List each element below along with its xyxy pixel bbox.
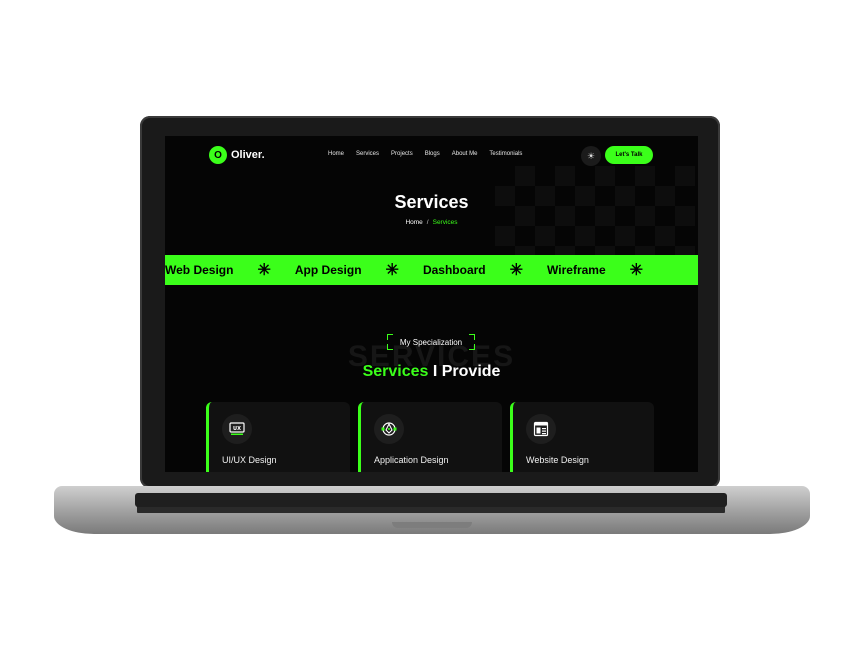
laptop-notch <box>392 522 472 528</box>
marquee-item: Web Design <box>165 263 234 277</box>
nav-home[interactable]: Home <box>328 151 344 157</box>
nav-about[interactable]: About Me <box>452 151 478 157</box>
asterisk-icon: ✳ <box>629 262 644 279</box>
logo-text: Oliver. <box>231 149 265 161</box>
asterisk-icon: ✳ <box>385 262 399 279</box>
site-header: O Oliver. Home Services Projects Blogs A… <box>165 136 698 174</box>
laptop-screen: O Oliver. Home Services Projects Blogs A… <box>165 136 698 472</box>
service-card-label: Application Design <box>374 455 449 465</box>
logo-icon: O <box>209 146 227 164</box>
site-logo[interactable]: O Oliver. <box>209 146 265 164</box>
section-title-accent: Services <box>362 363 429 380</box>
service-card-website[interactable]: Website Design <box>510 402 654 472</box>
breadcrumb-separator: / <box>426 219 429 226</box>
service-card-uiux[interactable]: UX UI/UX Design <box>206 402 350 472</box>
svg-text:UX: UX <box>233 426 241 432</box>
section-badge-label: My Specialization <box>399 337 463 347</box>
nav-blogs[interactable]: Blogs <box>425 151 440 157</box>
section-badge: My Specialization <box>387 334 475 350</box>
service-marquee: Web Design ✳ App Design ✳ Dashboard ✳ Wi… <box>165 255 698 285</box>
pen-tool-icon <box>374 414 404 444</box>
asterisk-icon: ✳ <box>509 262 524 279</box>
marquee-item: Wireframe <box>547 263 606 277</box>
lets-talk-button[interactable]: Let's Talk <box>605 146 653 164</box>
marquee-item: App Design <box>294 263 362 277</box>
page-title: Services <box>394 192 469 212</box>
breadcrumb-home[interactable]: Home <box>405 219 422 226</box>
theme-toggle-button[interactable]: ☀ <box>581 146 601 166</box>
main-nav: Home Services Projects Blogs About Me Te… <box>328 151 522 157</box>
ux-icon: UX <box>222 414 252 444</box>
service-card-application[interactable]: Application Design <box>358 402 502 472</box>
service-card-label: Website Design <box>526 455 589 465</box>
web-layout-icon <box>526 414 556 444</box>
nav-testimonials[interactable]: Testimonials <box>489 151 522 157</box>
section-title: Services I Provide <box>165 363 698 381</box>
breadcrumb: Home / Services <box>165 219 698 226</box>
service-card-label: UI/UX Design <box>222 455 277 465</box>
nav-projects[interactable]: Projects <box>391 151 413 157</box>
section-title-rest: I Provide <box>432 363 501 380</box>
laptop-keyboard <box>135 493 727 507</box>
asterisk-icon: ✳ <box>257 262 271 279</box>
breadcrumb-current: Services <box>432 219 458 226</box>
nav-services[interactable]: Services <box>356 151 379 157</box>
marquee-item: Dashboard <box>422 263 486 277</box>
sun-icon: ☀ <box>586 150 596 161</box>
